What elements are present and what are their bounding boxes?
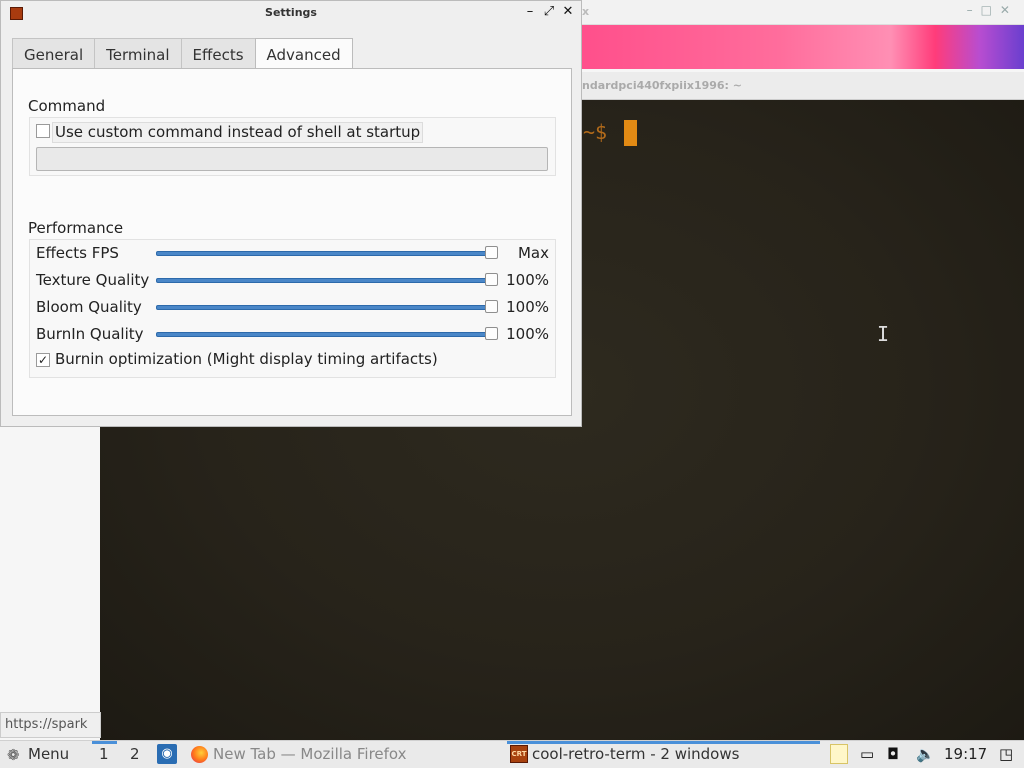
tab-terminal[interactable]: Terminal	[94, 38, 182, 69]
bloom-quality-label: Bloom Quality	[36, 298, 142, 316]
effects-fps-label: Effects FPS	[36, 244, 119, 262]
taskbar: ❁ Menu 1 2 ◉ New Tab — Mozilla Firefox C…	[0, 740, 1024, 768]
volume-icon[interactable]: 🔈	[916, 745, 935, 763]
firefox-titlebar[interactable]: x –□✕	[580, 0, 1024, 25]
file-manager-icon[interactable]: ◉	[157, 744, 177, 764]
minimize-icon[interactable]: –	[522, 4, 538, 19]
terminal-prompt: ~$	[583, 120, 608, 144]
texture-quality-row: Texture Quality 100%	[30, 267, 555, 294]
bloom-quality-row: Bloom Quality 100%	[30, 294, 555, 321]
workspace-2[interactable]: 2	[130, 745, 140, 763]
texture-quality-label: Texture Quality	[36, 271, 150, 289]
effects-fps-value: Max	[517, 244, 549, 262]
command-section-title: Command	[28, 97, 106, 115]
firefox-window-controls[interactable]: –□✕	[967, 3, 1018, 17]
custom-command-checkbox[interactable]	[36, 124, 50, 138]
chat-icon[interactable]: ▭	[860, 745, 874, 763]
notes-icon[interactable]	[830, 744, 848, 764]
burnin-quality-value: 100%	[506, 325, 549, 343]
clock[interactable]: 19:17	[944, 745, 987, 763]
active-task-indicator	[507, 741, 820, 744]
tab-general[interactable]: General	[12, 38, 96, 69]
dialog-titlebar[interactable]: Settings – ⤢ ✕	[1, 1, 581, 26]
bloom-quality-value: 100%	[506, 298, 549, 316]
burnin-quality-slider[interactable]	[156, 332, 492, 337]
menu-icon[interactable]: ❁	[7, 746, 23, 764]
texture-quality-value: 100%	[506, 271, 549, 289]
firefox-banner	[580, 25, 1024, 69]
effects-fps-slider[interactable]	[156, 251, 492, 256]
firefox-icon[interactable]	[191, 746, 208, 763]
terminal-cursor	[624, 120, 637, 146]
workspace-indicator	[92, 741, 117, 744]
workspace-1[interactable]: 1	[99, 745, 109, 763]
texture-quality-slider[interactable]	[156, 278, 492, 283]
ibeam-cursor-icon: I	[877, 322, 890, 346]
advanced-panel: Command Use custom command instead of sh…	[12, 68, 572, 416]
close-icon[interactable]: ✕	[560, 4, 576, 19]
cool-retro-term-icon[interactable]: CRT	[510, 745, 528, 763]
settings-dialog: Settings – ⤢ ✕ General Terminal Effects …	[0, 0, 582, 427]
menu-button[interactable]: Menu	[28, 745, 69, 763]
terminal-titlebar[interactable]: ndardpci440fxpiix1996: ~	[580, 72, 1024, 100]
show-desktop-icon[interactable]: ◳	[999, 745, 1013, 763]
custom-command-label-box[interactable]: Use custom command instead of shell at s…	[52, 122, 424, 143]
burnin-quality-label: BurnIn Quality	[36, 325, 144, 343]
burnin-optimization-checkbox[interactable]: ✓	[36, 353, 50, 367]
burnin-optimization-label: Burnin optimization (Might display timin…	[55, 350, 438, 368]
task-cool-retro-term[interactable]: cool-retro-term - 2 windows	[532, 745, 739, 763]
status-url: https://spark	[0, 712, 101, 738]
effects-fps-slider-handle[interactable]	[485, 246, 498, 259]
performance-group: Effects FPS Max Texture Quality 100% Blo…	[29, 239, 556, 378]
effects-fps-row: Effects FPS Max	[30, 240, 555, 267]
performance-section-title: Performance	[28, 219, 124, 237]
burnin-quality-row: BurnIn Quality 100%	[30, 321, 555, 348]
bloom-quality-slider[interactable]	[156, 305, 492, 310]
burnin-quality-slider-handle[interactable]	[485, 327, 498, 340]
command-group: Use custom command instead of shell at s…	[29, 117, 556, 176]
maximize-icon[interactable]: ⤢	[541, 4, 557, 19]
terminal-title: ndardpci440fxpiix1996: ~	[582, 79, 743, 92]
dialog-title: Settings	[265, 6, 317, 19]
bloom-quality-slider-handle[interactable]	[485, 300, 498, 313]
custom-command-label: Use custom command instead of shell at s…	[55, 123, 421, 141]
tab-advanced[interactable]: Advanced	[254, 38, 353, 70]
firefox-title: x	[582, 5, 590, 18]
task-firefox[interactable]: New Tab — Mozilla Firefox	[213, 745, 407, 763]
clipboard-icon[interactable]: ◘	[887, 745, 899, 763]
tab-bar: General Terminal Effects Advanced	[12, 38, 353, 70]
texture-quality-slider-handle[interactable]	[485, 273, 498, 286]
custom-command-input[interactable]	[36, 147, 548, 171]
tab-effects[interactable]: Effects	[180, 38, 256, 69]
